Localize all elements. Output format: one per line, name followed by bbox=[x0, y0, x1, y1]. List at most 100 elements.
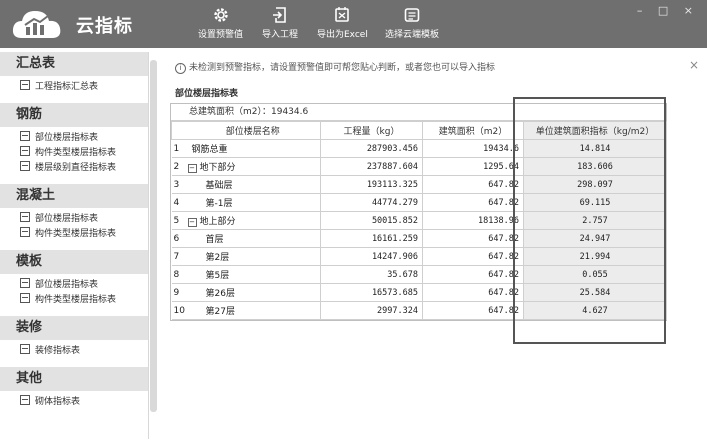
sidebar-section-summary[interactable]: 汇总表 bbox=[0, 52, 148, 76]
sidebar-item-concrete-component[interactable]: 构件类型楼层指标表 bbox=[0, 227, 148, 242]
row-quantity: 50015.852 bbox=[320, 211, 423, 230]
collapse-toggle-icon[interactable]: − bbox=[187, 218, 197, 227]
sidebar-item-formwork-floor[interactable]: 部位楼层指标表 bbox=[0, 278, 148, 293]
sidebar-section-decoration[interactable]: 装修 bbox=[0, 316, 148, 340]
table-row[interactable]: 5− 地上部分 50015.852 18138.96 2.757 bbox=[171, 211, 667, 230]
sidebar-item-label: 构件类型楼层指标表 bbox=[35, 148, 117, 158]
collapse-toggle-icon[interactable]: − bbox=[187, 164, 197, 173]
row-index: 7 bbox=[171, 247, 186, 266]
minimize-button[interactable]: – bbox=[637, 4, 649, 17]
sidebar-scrollbar[interactable] bbox=[150, 60, 157, 412]
sidebar-item-label: 构件类型楼层指标表 bbox=[35, 229, 117, 239]
close-window-button[interactable]: × bbox=[684, 4, 699, 17]
sidebar-item-label: 楼层级别直径指标表 bbox=[35, 163, 117, 173]
row-index: 1 bbox=[171, 139, 186, 158]
table-title: 部位楼层指标表 bbox=[175, 89, 239, 99]
header-index bbox=[171, 121, 186, 140]
row-quantity: 16161.259 bbox=[320, 229, 423, 248]
notice-text: 未检测到预警指标，请设置预警值即可帮您贴心判断，或者您也可以导入指标 bbox=[189, 63, 496, 73]
list-icon bbox=[20, 146, 30, 156]
list-icon bbox=[20, 344, 30, 354]
sidebar-item-rebar-component[interactable]: 构件类型楼层指标表 bbox=[0, 146, 148, 161]
table-row[interactable]: 8 第5层 35.678 647.82 0.055 bbox=[171, 265, 667, 284]
table-row[interactable]: 2− 地下部分 237887.604 1295.64 183.606 bbox=[171, 157, 667, 176]
row-index: 10 bbox=[171, 301, 186, 320]
table-row[interactable]: 1 钢筋总重 287903.456 19434.6 14.814 bbox=[171, 139, 667, 158]
sidebar-item-rebar-floor[interactable]: 部位楼层指标表 bbox=[0, 131, 148, 146]
title-bar: 云指标 设置预警值 导入工程 导出为Excel 选择云端模板 – □ × bbox=[0, 0, 707, 48]
sidebar-item-label: 部位楼层指标表 bbox=[35, 280, 99, 290]
sidebar-item-label: 砌体指标表 bbox=[35, 397, 81, 407]
row-name-text: 第26层 bbox=[205, 289, 235, 299]
row-index: 3 bbox=[171, 175, 186, 194]
row-index: 8 bbox=[171, 265, 186, 284]
row-name-text: 地下部分 bbox=[199, 163, 236, 173]
list-icon bbox=[20, 278, 30, 288]
list-icon bbox=[20, 227, 30, 237]
list-icon bbox=[20, 80, 30, 90]
header-quantity: 工程量（kg） bbox=[320, 121, 423, 140]
sidebar-item-formwork-component[interactable]: 构件类型楼层指标表 bbox=[0, 293, 148, 308]
row-unit-index: 69.115 bbox=[523, 193, 667, 212]
row-index: 2 bbox=[171, 157, 186, 176]
notice-bar: i 未检测到预警指标，请设置预警值即可帮您贴心判断，或者您也可以导入指标 bbox=[175, 60, 495, 74]
row-quantity: 2997.324 bbox=[320, 301, 423, 320]
indicator-table: 总建筑面积（m2）：19434.6 部位楼层名称 工程量（kg） 建筑面积（m2… bbox=[170, 103, 667, 321]
sidebar-item-label: 工程指标汇总表 bbox=[35, 82, 99, 92]
row-area: 647.82 bbox=[422, 229, 524, 248]
app-title: 云指标 bbox=[76, 16, 133, 37]
excel-export-icon bbox=[335, 7, 350, 22]
row-area: 647.82 bbox=[422, 301, 524, 320]
list-icon bbox=[20, 161, 30, 171]
cloud-chart-logo-icon bbox=[12, 11, 61, 38]
notice-close-icon[interactable]: × bbox=[689, 58, 699, 72]
row-part-name: 第2层 bbox=[185, 247, 321, 266]
row-area: 647.82 bbox=[422, 283, 524, 302]
sidebar-section-other[interactable]: 其他 bbox=[0, 367, 148, 391]
sidebar-item-label: 部位楼层指标表 bbox=[35, 214, 99, 224]
table-header-row: 部位楼层名称 工程量（kg） 建筑面积（m2） 单位建筑面积指标（kg/m2） bbox=[171, 121, 667, 140]
table-row[interactable]: 3 基础层 193113.325 647.82 298.097 bbox=[171, 175, 667, 194]
export-excel-label: 导出为Excel bbox=[317, 30, 368, 40]
row-area: 647.82 bbox=[422, 247, 524, 266]
table-row[interactable]: 9 第26层 16573.685 647.82 25.584 bbox=[171, 283, 667, 302]
row-quantity: 193113.325 bbox=[320, 175, 423, 194]
row-unit-index: 14.814 bbox=[523, 139, 667, 158]
sidebar-item-masonry[interactable]: 砌体指标表 bbox=[0, 395, 148, 410]
row-name-text: 基础层 bbox=[205, 181, 233, 191]
row-area: 1295.64 bbox=[422, 157, 524, 176]
sidebar-section-formwork[interactable]: 模板 bbox=[0, 250, 148, 274]
table-row[interactable]: 7 第2层 14247.906 647.82 21.994 bbox=[171, 247, 667, 266]
row-area: 647.82 bbox=[422, 193, 524, 212]
sidebar-section-rebar[interactable]: 钢筋 bbox=[0, 103, 148, 127]
export-excel-button[interactable]: 导出为Excel bbox=[317, 6, 368, 40]
import-project-label: 导入工程 bbox=[262, 30, 299, 40]
sidebar-section-concrete[interactable]: 混凝土 bbox=[0, 184, 148, 208]
row-unit-index: 21.994 bbox=[523, 247, 667, 266]
sidebar-item-label: 构件类型楼层指标表 bbox=[35, 295, 117, 305]
sidebar-item-rebar-diameter[interactable]: 楼层级别直径指标表 bbox=[0, 161, 148, 176]
row-name-text: 第-1层 bbox=[205, 199, 233, 209]
window-controls: – □ × bbox=[637, 4, 699, 17]
sidebar-item-project-summary[interactable]: 工程指标汇总表 bbox=[0, 80, 148, 95]
row-name-text: 第27层 bbox=[205, 307, 235, 317]
cloud-template-label: 选择云端模板 bbox=[385, 30, 440, 40]
row-area: 19434.6 bbox=[422, 139, 524, 158]
sidebar-item-decoration[interactable]: 装修指标表 bbox=[0, 344, 148, 359]
cloud-template-button[interactable]: 选择云端模板 bbox=[385, 6, 439, 40]
table-row[interactable]: 10 第27层 2997.324 647.82 4.627 bbox=[171, 301, 667, 320]
set-warning-button[interactable]: 设置预警值 bbox=[198, 6, 243, 40]
table-row[interactable]: 4 第-1层 44774.279 647.82 69.115 bbox=[171, 193, 667, 212]
header-area: 建筑面积（m2） bbox=[422, 121, 524, 140]
row-part-name: 第-1层 bbox=[185, 193, 321, 212]
table-row[interactable]: 6 首层 16161.259 647.82 24.947 bbox=[171, 229, 667, 248]
sidebar-item-concrete-floor[interactable]: 部位楼层指标表 bbox=[0, 212, 148, 227]
row-quantity: 14247.906 bbox=[320, 247, 423, 266]
row-unit-index: 2.757 bbox=[523, 211, 667, 230]
import-icon bbox=[273, 7, 286, 23]
import-project-button[interactable]: 导入工程 bbox=[262, 6, 298, 40]
row-unit-index: 183.606 bbox=[523, 157, 667, 176]
restore-button[interactable]: □ bbox=[658, 4, 674, 17]
row-part-name: − 地下部分 bbox=[185, 157, 321, 176]
row-quantity: 237887.604 bbox=[320, 157, 423, 176]
